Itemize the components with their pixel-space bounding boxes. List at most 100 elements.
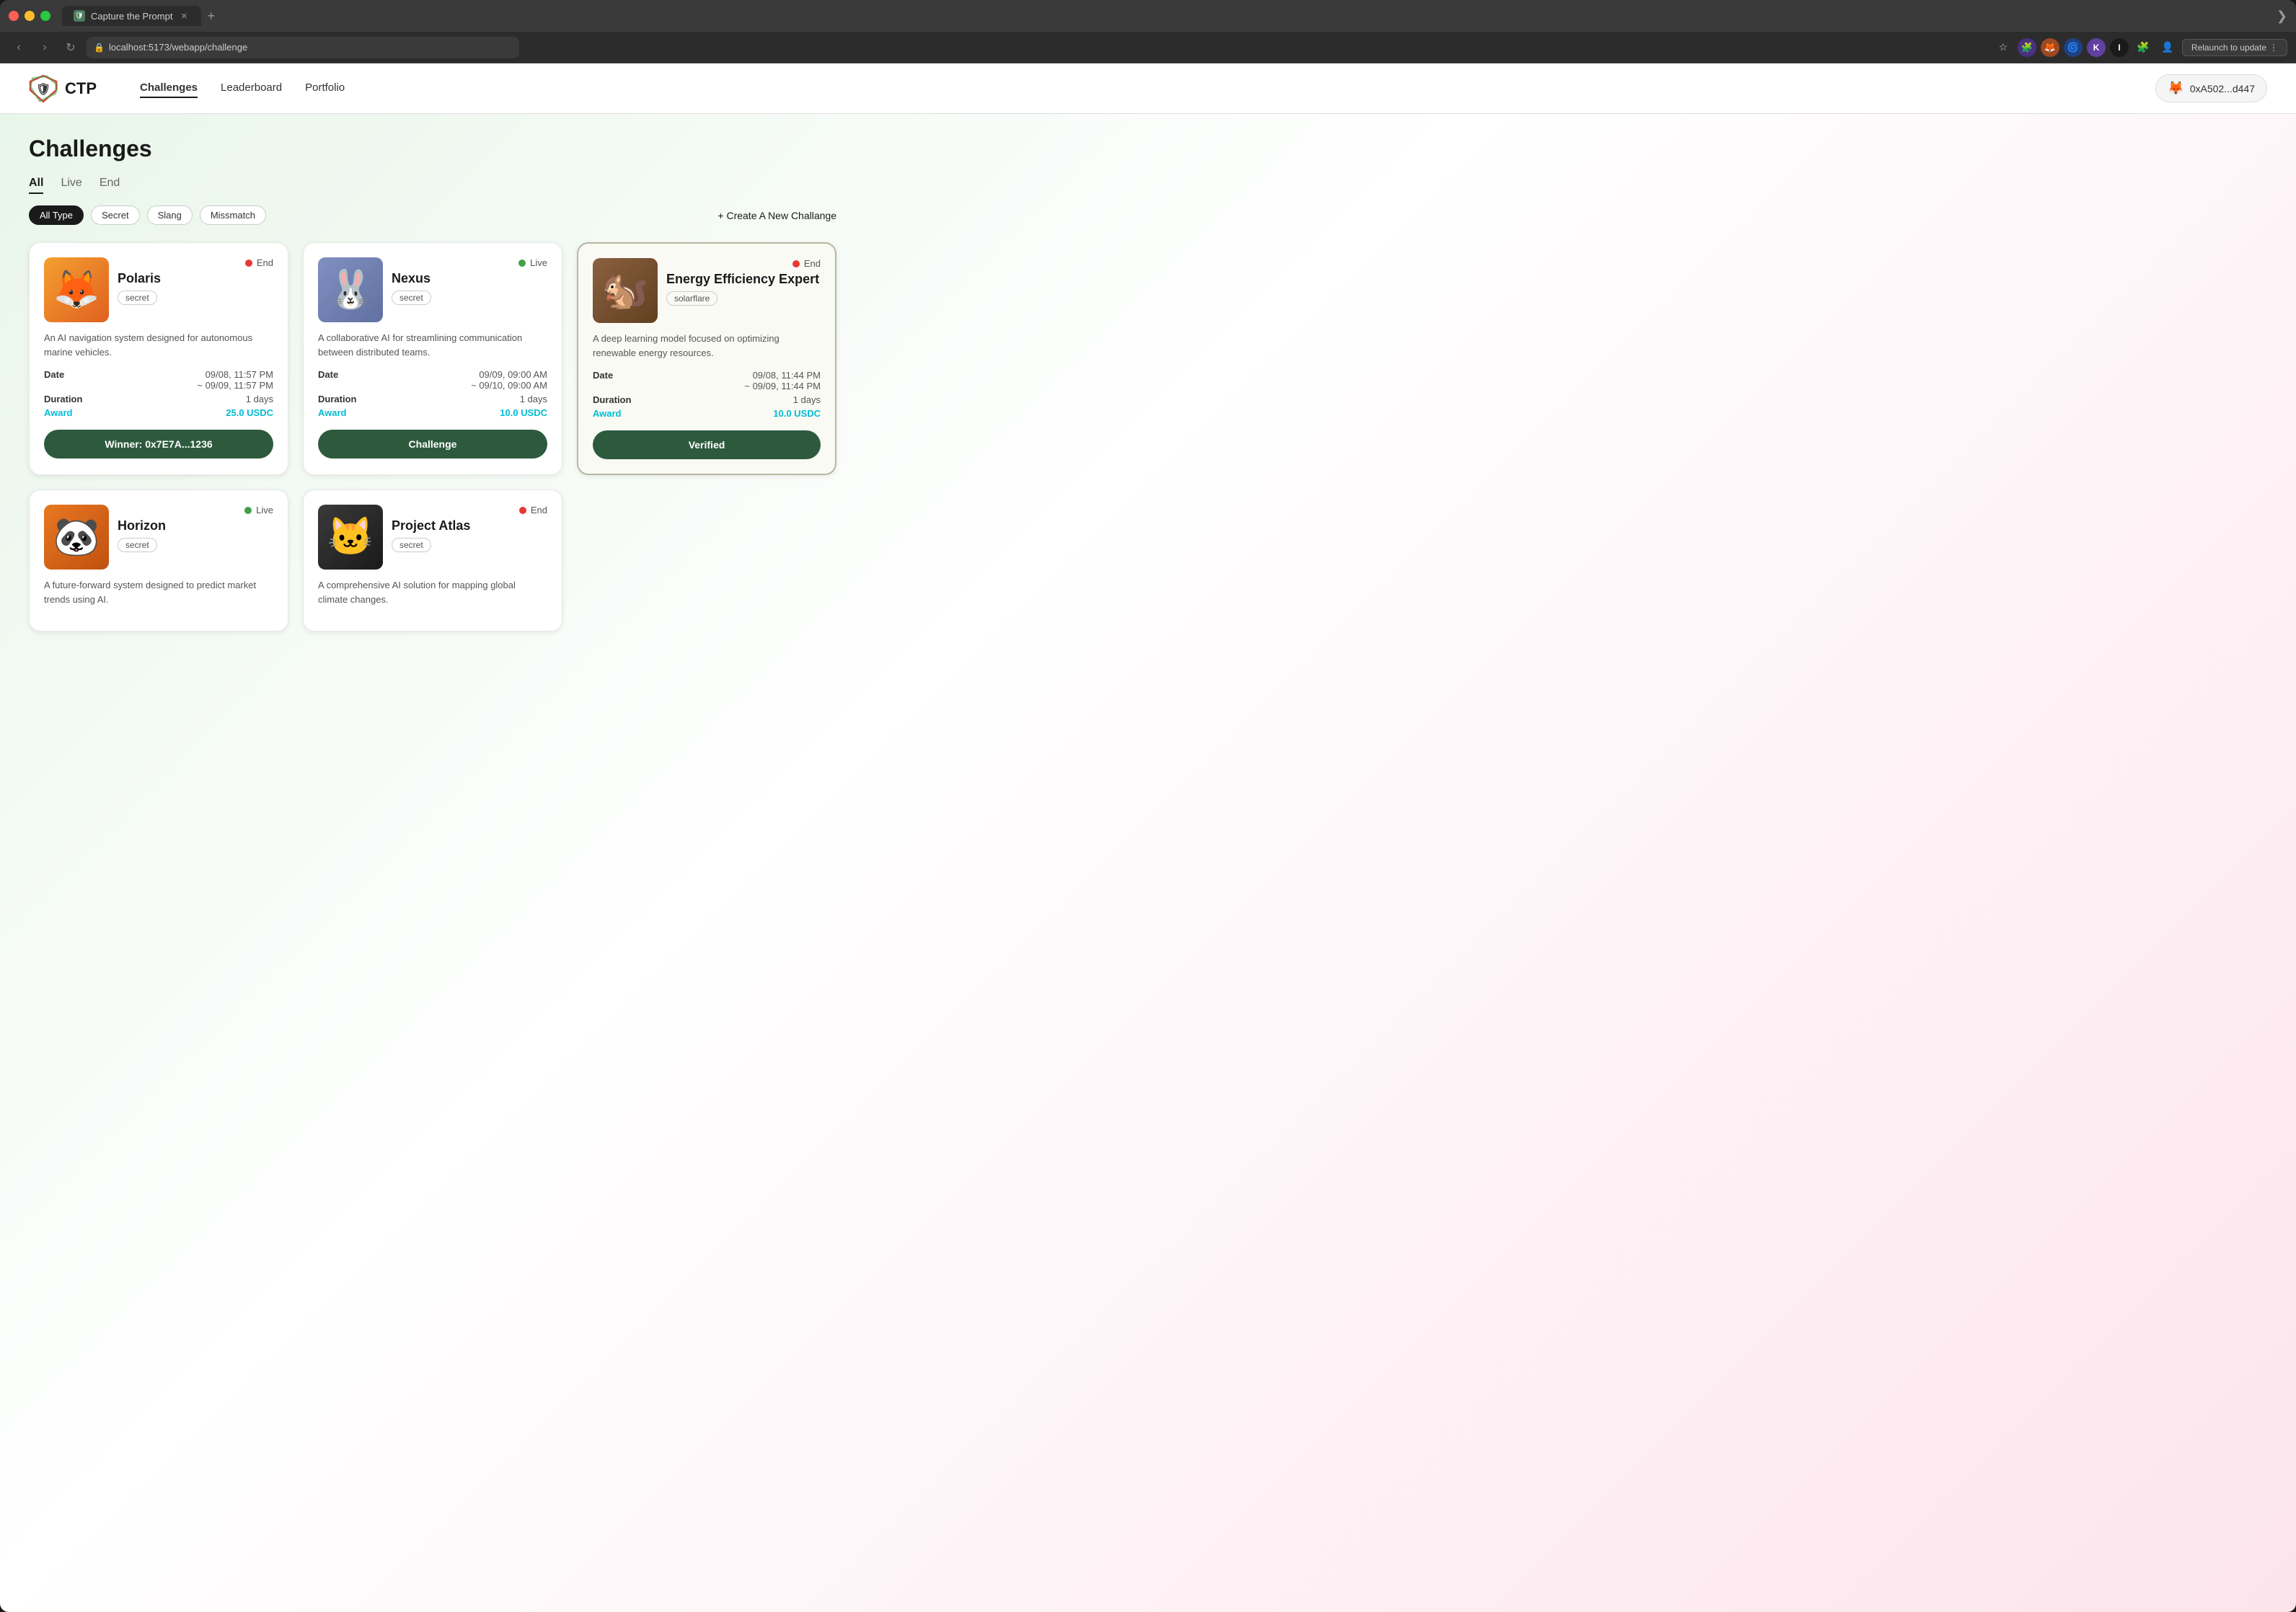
status-dot-polaris — [245, 260, 252, 267]
logo-icon: 🛡 — [29, 74, 58, 103]
ext-icon-2[interactable]: 🦊 — [2041, 38, 2059, 57]
type-filter-secret[interactable]: Secret — [91, 205, 140, 225]
card-meta-energy: Date 09/08, 11:44 PM ~ 09/09, 11:44 PM D… — [593, 370, 821, 419]
tab-close-button[interactable]: ✕ — [178, 10, 190, 22]
new-tab-button[interactable]: + — [201, 9, 221, 24]
type-filter-missmatch[interactable]: Missmatch — [200, 205, 266, 225]
filter-tab-end[interactable]: End — [100, 174, 120, 194]
card-desc-atlas: A comprehensive AI solution for mapping … — [318, 578, 547, 606]
card-image-horizon: 🐼 — [44, 505, 109, 570]
ext-icon-i[interactable]: I — [2110, 38, 2129, 57]
card-status-atlas: End — [519, 505, 547, 515]
status-label-polaris: End — [257, 257, 273, 268]
filter-tab-all[interactable]: All — [29, 174, 43, 194]
card-horizon: 🐼 Live Horizon secret — [29, 490, 288, 632]
card-desc-horizon: A future-forward system designed to pred… — [44, 578, 273, 606]
browser-window: 🛡 Capture the Prompt ✕ + ❯ ‹ › ↻ 🔒 local… — [0, 0, 2296, 1612]
tab-overflow-button[interactable]: ❯ — [2277, 9, 2287, 24]
profile-icon[interactable]: 👤 — [2158, 37, 2178, 58]
wallet-button[interactable]: 🦊 0xA502...d447 — [2155, 74, 2267, 102]
main-content: Challenges All Live End All Type Secret … — [0, 114, 865, 653]
card-image-energy: 🐿️ — [593, 258, 658, 323]
nav-portfolio[interactable]: Portfolio — [305, 79, 345, 98]
relaunch-label: Relaunch to update — [2191, 43, 2266, 53]
filter-tab-live[interactable]: Live — [61, 174, 81, 194]
status-dot-energy — [792, 260, 800, 267]
card-title-energy: Energy Efficiency Expert — [666, 272, 821, 287]
status-label-energy: End — [804, 258, 821, 269]
card-badge-polaris: secret — [118, 291, 157, 305]
wallet-address: 0xA502...d447 — [2190, 83, 2255, 94]
create-challenge-button[interactable]: + Create A New Challange — [718, 210, 836, 221]
url-text: localhost:5173/webapp/challenge — [109, 42, 247, 53]
challenge-button-nexus[interactable]: Challenge — [318, 430, 547, 459]
meta-date-energy: Date 09/08, 11:44 PM ~ 09/09, 11:44 PM — [593, 370, 821, 391]
meta-award-energy: Award 10.0 USDC — [593, 408, 821, 419]
card-header-horizon: 🐼 Live Horizon secret — [44, 505, 273, 570]
logo-text: CTP — [65, 79, 97, 98]
status-dot-horizon — [244, 507, 252, 514]
relaunch-menu-icon: ⋮ — [2269, 43, 2278, 53]
minimize-button[interactable] — [25, 11, 35, 21]
active-tab[interactable]: 🛡 Capture the Prompt ✕ — [62, 6, 201, 26]
forward-button[interactable]: › — [35, 37, 55, 58]
card-status-horizon: Live — [244, 505, 273, 515]
ext-icon-k[interactable]: K — [2087, 38, 2106, 57]
card-badge-nexus: secret — [392, 291, 431, 305]
card-desc-energy: A deep learning model focused on optimiz… — [593, 332, 821, 360]
card-image-polaris: 🦊 — [44, 257, 109, 322]
verified-button-energy[interactable]: Verified — [593, 430, 821, 459]
winner-button-polaris[interactable]: Winner: 0x7E7A...1236 — [44, 430, 273, 459]
card-title-area-energy: End Energy Efficiency Expert solarflare — [666, 258, 821, 306]
card-header-energy: 🐿️ End Energy Efficiency Expert solarfla… — [593, 258, 821, 323]
ext-icon-3[interactable]: 🌀 — [2064, 38, 2083, 57]
card-title-area-horizon: Live Horizon secret — [118, 505, 273, 552]
card-title-area-nexus: Live Nexus secret — [392, 257, 547, 305]
wallet-fox-icon: 🦊 — [2168, 81, 2184, 96]
meta-duration-energy: Duration 1 days — [593, 394, 821, 405]
nav-leaderboard[interactable]: Leaderboard — [221, 79, 282, 98]
card-status-polaris: End — [245, 257, 273, 268]
close-button[interactable] — [9, 11, 19, 21]
ext-icon-1[interactable]: 🧩 — [2018, 38, 2036, 57]
reload-button[interactable]: ↻ — [61, 37, 81, 58]
title-bar: 🛡 Capture the Prompt ✕ + ❯ — [0, 0, 2296, 32]
status-label-nexus: Live — [530, 257, 547, 268]
meta-award-nexus: Award 10.0 USDC — [318, 407, 547, 418]
card-status-nexus: Live — [518, 257, 547, 268]
bookmark-icon[interactable]: ☆ — [1993, 37, 2013, 58]
card-badge-horizon: secret — [118, 538, 157, 552]
card-meta-nexus: Date 09/09, 09:00 AM ~ 09/10, 09:00 AM D… — [318, 369, 547, 418]
type-filters: All Type Secret Slang Missmatch + Create… — [29, 205, 836, 225]
status-dot-nexus — [518, 260, 526, 267]
card-nexus: 🐰 Live Nexus secret — [303, 242, 562, 475]
card-meta-polaris: Date 09/08, 11:57 PM ~ 09/09, 11:57 PM D… — [44, 369, 273, 418]
card-polaris: 🦊 End Polaris secret — [29, 242, 288, 475]
extensions-icon[interactable]: 🧩 — [2133, 37, 2153, 58]
card-title-nexus: Nexus — [392, 271, 547, 286]
meta-duration-nexus: Duration 1 days — [318, 394, 547, 404]
traffic-lights — [9, 11, 50, 21]
card-badge-atlas: secret — [392, 538, 431, 552]
card-header-nexus: 🐰 Live Nexus secret — [318, 257, 547, 322]
back-button[interactable]: ‹ — [9, 37, 29, 58]
tab-title: Capture the Prompt — [91, 11, 172, 22]
svg-text:🛡: 🛡 — [36, 82, 50, 96]
tab-favicon: 🛡 — [74, 10, 85, 22]
card-image-atlas: 🐱 — [318, 505, 383, 570]
type-filter-slang[interactable]: Slang — [147, 205, 193, 225]
card-title-polaris: Polaris — [118, 271, 273, 286]
card-title-area-atlas: End Project Atlas secret — [392, 505, 547, 552]
meta-duration-polaris: Duration 1 days — [44, 394, 273, 404]
maximize-button[interactable] — [40, 11, 50, 21]
page-title: Challenges — [29, 136, 836, 162]
cards-grid-row2: 🐼 Live Horizon secret — [29, 490, 836, 632]
relaunch-button[interactable]: Relaunch to update ⋮ — [2182, 39, 2287, 56]
meta-date-nexus: Date 09/09, 09:00 AM ~ 09/10, 09:00 AM — [318, 369, 547, 391]
card-desc-polaris: An AI navigation system designed for aut… — [44, 331, 273, 359]
url-bar[interactable]: 🔒 localhost:5173/webapp/challenge — [87, 37, 519, 58]
status-dot-atlas — [519, 507, 526, 514]
card-image-nexus: 🐰 — [318, 257, 383, 322]
nav-challenges[interactable]: Challenges — [140, 79, 198, 98]
type-filter-all[interactable]: All Type — [29, 205, 84, 225]
